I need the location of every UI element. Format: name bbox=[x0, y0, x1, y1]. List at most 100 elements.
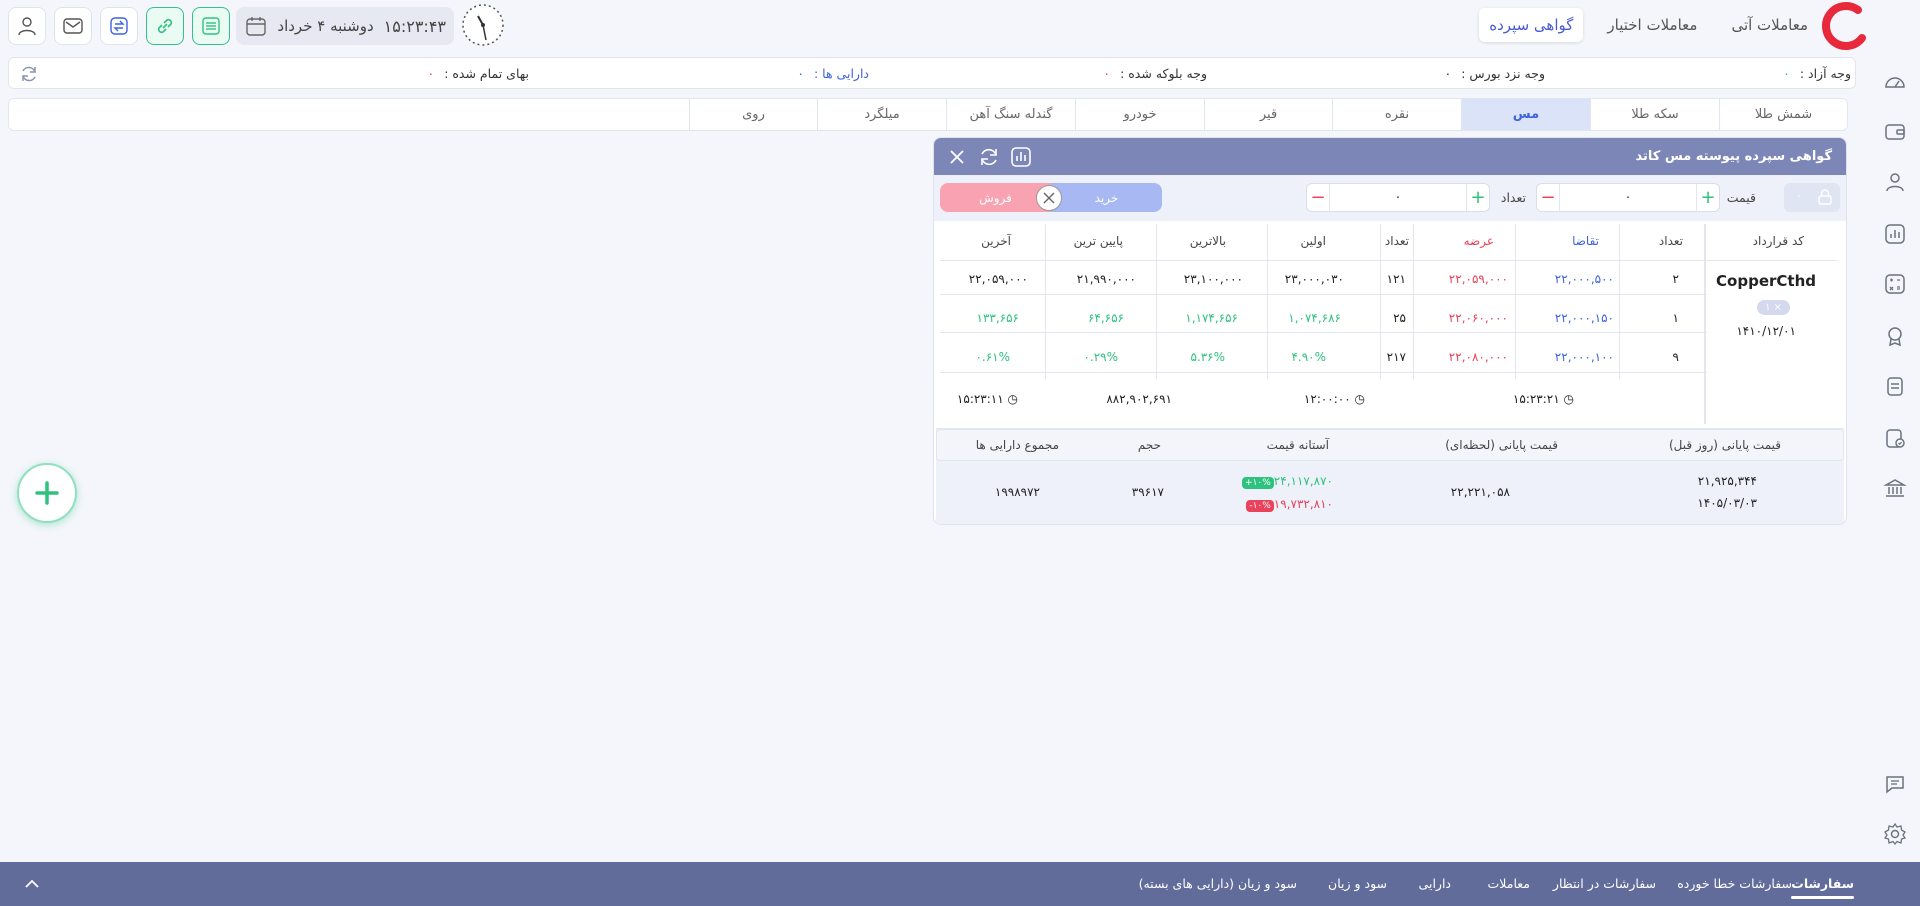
header-bid: تقاضا bbox=[1572, 234, 1599, 248]
ask-price-2[interactable]: ۲۲,۰۶۰,۰۰۰ bbox=[1449, 311, 1508, 325]
profile-button[interactable] bbox=[8, 7, 46, 45]
total-assets-value: ۱۹۹۸۹۷۲ bbox=[994, 485, 1040, 499]
upper-limit: +۱۰% ۲۴,۱۱۷,۸۷۰ bbox=[1238, 474, 1333, 489]
exchange-icon bbox=[110, 17, 128, 35]
header-price-limit: آستانه قیمت bbox=[1266, 438, 1329, 452]
clipboard-icon[interactable] bbox=[1883, 374, 1907, 398]
last-percent: ۰.۶۱% bbox=[975, 350, 1010, 364]
wallet-icon[interactable] bbox=[1883, 120, 1907, 144]
chart-bars-icon[interactable] bbox=[1883, 222, 1907, 246]
award-icon[interactable] bbox=[1883, 324, 1907, 348]
ask-price-1[interactable]: ۲۲,۰۵۹,۰۰۰ bbox=[1449, 272, 1508, 286]
tab-copper[interactable]: مس bbox=[1461, 99, 1590, 130]
header-contract-code: کد قرارداد bbox=[1752, 234, 1804, 248]
calendar-icon bbox=[246, 17, 267, 36]
tab-car[interactable]: خودرو bbox=[1075, 99, 1204, 130]
buy-button[interactable]: خرید bbox=[1051, 183, 1162, 212]
upper-limit-badge: +۱۰% bbox=[1242, 477, 1274, 489]
last-price: ۲۲,۰۵۹,۰۰۰ bbox=[968, 272, 1028, 286]
first-price: ۲۳,۰۰۰,۰۳۰ bbox=[1284, 272, 1344, 286]
bid-price-2[interactable]: ۲۲,۰۰۰,۱۵۰ bbox=[1555, 311, 1614, 325]
user-icon bbox=[18, 17, 36, 36]
account-icon[interactable] bbox=[1883, 170, 1907, 194]
quantity-decrement[interactable]: − bbox=[1307, 185, 1329, 211]
ask-count-3: ۲۱۷ bbox=[1386, 350, 1406, 364]
settings-icon[interactable] bbox=[1883, 822, 1907, 846]
add-watch-button[interactable] bbox=[17, 463, 77, 523]
dashboard-icon[interactable] bbox=[1883, 70, 1907, 94]
bid-ask-time: ۱۵:۲۳:۲۱ ◷ bbox=[1513, 392, 1574, 406]
contract-symbol[interactable]: CopperCthd bbox=[1716, 272, 1816, 290]
coins-stack-icon bbox=[202, 17, 220, 35]
quantity-stepper[interactable]: − ۰ + bbox=[1306, 183, 1490, 212]
bid-ask-time-value: ۱۵:۲۳:۲۱ bbox=[1512, 392, 1560, 406]
close-icon[interactable] bbox=[946, 146, 968, 168]
quantity-input[interactable]: ۰ bbox=[1329, 184, 1467, 211]
lock-toggle[interactable]: ۰ bbox=[1784, 183, 1840, 212]
checklist-icon[interactable] bbox=[1883, 426, 1907, 450]
open-time-value: ۱۲:۰۰:۰۰ bbox=[1303, 392, 1351, 406]
blocked-cash-value: ۰ bbox=[1103, 66, 1111, 81]
tab-options[interactable]: معاملات اختیار bbox=[1597, 8, 1707, 42]
bank-icon[interactable] bbox=[1883, 476, 1907, 500]
panel-title: گواهی سپرده پیوسته مس کاتد bbox=[1635, 149, 1832, 164]
bid-price-1[interactable]: ۲۲,۰۰۰,۵۰۰ bbox=[1555, 272, 1614, 286]
orders-bottom-bar: سفارشات سفارشات خطا خورده سفارشات در انت… bbox=[0, 862, 1920, 906]
link-button[interactable] bbox=[146, 7, 184, 45]
live-close-value: ۲۲,۲۲۱,۰۵۸ bbox=[1450, 485, 1510, 499]
tab-rebar[interactable]: میلگرد bbox=[817, 99, 946, 130]
chevron-up-icon[interactable] bbox=[22, 874, 42, 894]
header-prev-close: قیمت پایانی (روز قبل) bbox=[1668, 438, 1781, 452]
quantity-label: تعداد bbox=[1500, 190, 1526, 205]
tab-futures[interactable]: معاملات آتی bbox=[1721, 8, 1818, 42]
header-first: اولین bbox=[1300, 234, 1326, 248]
database-button[interactable] bbox=[192, 7, 230, 45]
assets-label: دارایی ها : bbox=[813, 66, 869, 81]
sell-button[interactable]: فروش bbox=[940, 183, 1051, 212]
tab-failed-orders[interactable]: سفارشات خطا خورده bbox=[1677, 876, 1792, 891]
tab-gold-bar[interactable]: شمش طلا bbox=[1719, 99, 1847, 130]
price-stepper[interactable]: − ۰ + bbox=[1536, 183, 1720, 212]
price-decrement[interactable]: − bbox=[1537, 185, 1559, 211]
price-increment[interactable]: + bbox=[1697, 185, 1719, 211]
quantity-increment[interactable]: + bbox=[1467, 185, 1489, 211]
tab-silver[interactable]: نقره bbox=[1332, 99, 1461, 130]
tab-assets[interactable]: دارایی bbox=[1419, 876, 1451, 891]
calculator-icon[interactable] bbox=[1883, 272, 1907, 296]
messages-button[interactable] bbox=[54, 7, 92, 45]
tab-gold-coin[interactable]: سکه طلا bbox=[1590, 99, 1719, 130]
tab-profit-loss[interactable]: سود و زیان bbox=[1328, 876, 1387, 891]
refresh-icon[interactable] bbox=[19, 64, 39, 84]
tab-bitumen[interactable]: قیر bbox=[1204, 99, 1332, 130]
header-low: پایین ترین bbox=[1073, 234, 1123, 248]
tab-pending-orders[interactable]: سفارشات در انتظار bbox=[1553, 876, 1656, 891]
bid-price-3[interactable]: ۲۲,۰۰۰,۱۰۰ bbox=[1555, 350, 1614, 364]
tab-zinc[interactable]: روی bbox=[689, 99, 817, 130]
header-ask: عرضه bbox=[1463, 234, 1494, 248]
right-sidebar bbox=[1870, 56, 1920, 856]
refresh-icon[interactable] bbox=[978, 146, 1000, 168]
mail-icon bbox=[63, 18, 83, 34]
ask-count-2: ۲۵ bbox=[1393, 311, 1406, 325]
lower-limit-value: ۱۹,۷۳۲,۸۱۰ bbox=[1273, 497, 1333, 511]
header-actions bbox=[8, 7, 230, 45]
convert-button[interactable] bbox=[100, 7, 138, 45]
header-live-close: قیمت پایانی (لحظه‌ای) bbox=[1445, 438, 1558, 452]
clear-side-button[interactable] bbox=[1036, 185, 1062, 211]
ask-price-3[interactable]: ۲۲,۰۸۰,۰۰۰ bbox=[1449, 350, 1508, 364]
cost-value: ۰ bbox=[427, 66, 435, 81]
tab-deposit-certificate[interactable]: گواهی سپرده bbox=[1479, 8, 1584, 42]
chat-icon[interactable] bbox=[1883, 772, 1907, 796]
tab-orders[interactable]: سفارشات bbox=[1791, 876, 1854, 899]
lower-limit-badge: -۱۰% bbox=[1246, 500, 1274, 512]
date-time-display: ۱۵:۲۳:۴۳ دوشنبه ۴ خرداد bbox=[236, 7, 454, 45]
tab-iron-pellet[interactable]: گندله سنگ آهن bbox=[946, 99, 1075, 130]
tab-closed-profit-loss[interactable]: سود و زیان (دارایی های بسته) bbox=[1139, 876, 1297, 891]
order-entry: ۰ قیمت − ۰ + تعداد − ۰ + فروش خرید bbox=[934, 175, 1846, 221]
panel-header: گواهی سپرده پیوسته مس کاتد bbox=[934, 138, 1846, 175]
tab-trades[interactable]: معاملات bbox=[1488, 876, 1530, 891]
current-time: ۱۵:۲۳:۴۳ bbox=[383, 16, 446, 36]
clock-icon: ◷ bbox=[1563, 392, 1574, 406]
price-input[interactable]: ۰ bbox=[1559, 184, 1697, 211]
chart-icon[interactable] bbox=[1010, 146, 1032, 168]
